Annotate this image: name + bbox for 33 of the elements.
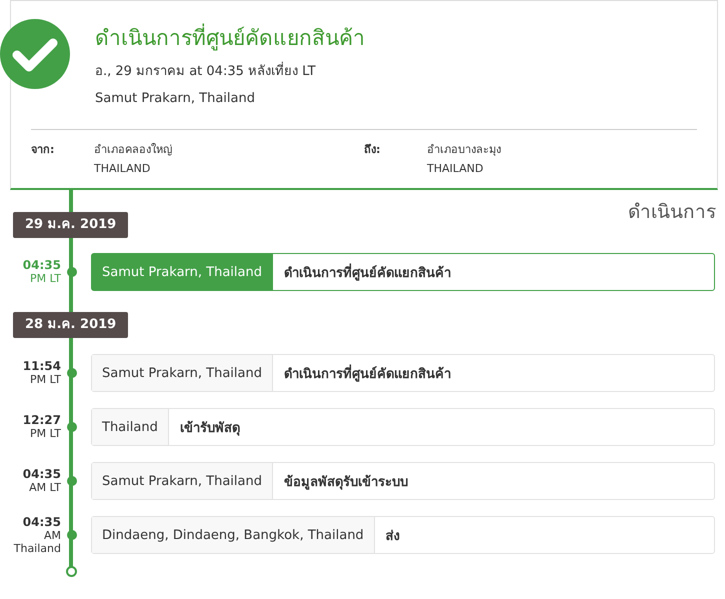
- event-status: ดำเนินการที่ศูนย์คัดแยกสินค้า: [283, 262, 452, 283]
- event-location: Dindaeng, Dindaeng, Bangkok, Thailand: [92, 517, 375, 553]
- event-location: Samut Prakarn, Thailand: [92, 254, 273, 290]
- event-time: 04:35: [22, 259, 61, 272]
- event-time: 12:27: [22, 414, 61, 427]
- to-label: ถึง:: [364, 142, 382, 158]
- event-time: 04:35: [22, 468, 61, 481]
- event-status: ส่ง: [384, 528, 401, 546]
- event-location: Samut Prakarn, Thailand: [92, 463, 273, 499]
- event-location: Samut Prakarn, Thailand: [92, 355, 273, 391]
- time-zone: AM LT: [28, 481, 61, 494]
- event-status: ดำเนินการที่ศูนย์คัดแยกสินค้า: [283, 364, 452, 384]
- from-country: THAILAND: [94, 161, 152, 177]
- time-zone: PM LT: [29, 272, 61, 285]
- time-zone: Thailand: [12, 542, 61, 554]
- status-heading: ดำเนินการ: [628, 200, 716, 225]
- to-place: อำเภอบางละมุง: [427, 142, 501, 158]
- time-zone: AM: [42, 528, 61, 542]
- status-datetime: อ., 29 มกราคม at 04:35 หลังเที่ยง LT: [95, 63, 717, 80]
- event-status: ข้อมูลพัสดุรับเข้าระบบ: [283, 474, 409, 492]
- time-zone: PM LT: [29, 427, 61, 440]
- event-time: 04:35: [22, 516, 61, 528]
- time-zone: PM LT: [29, 373, 61, 386]
- status-title: ดำเนินการที่ศูนย์คัดแยกสินค้า: [95, 23, 717, 53]
- from-label: จาก:: [31, 142, 56, 158]
- status-location: Samut Prakarn, Thailand: [95, 90, 256, 107]
- event-status: เข้ารับพัสดุ: [178, 420, 241, 438]
- date-badge: 28 ม.ค. 2019: [13, 312, 128, 338]
- to-country: THAILAND: [427, 161, 484, 177]
- date-badge: 29 ม.ค. 2019: [13, 212, 128, 238]
- from-place: อำเภอคลองใหญ่: [94, 142, 172, 158]
- event-location: Thailand: [92, 409, 169, 445]
- event-time: 11:54: [22, 360, 61, 373]
